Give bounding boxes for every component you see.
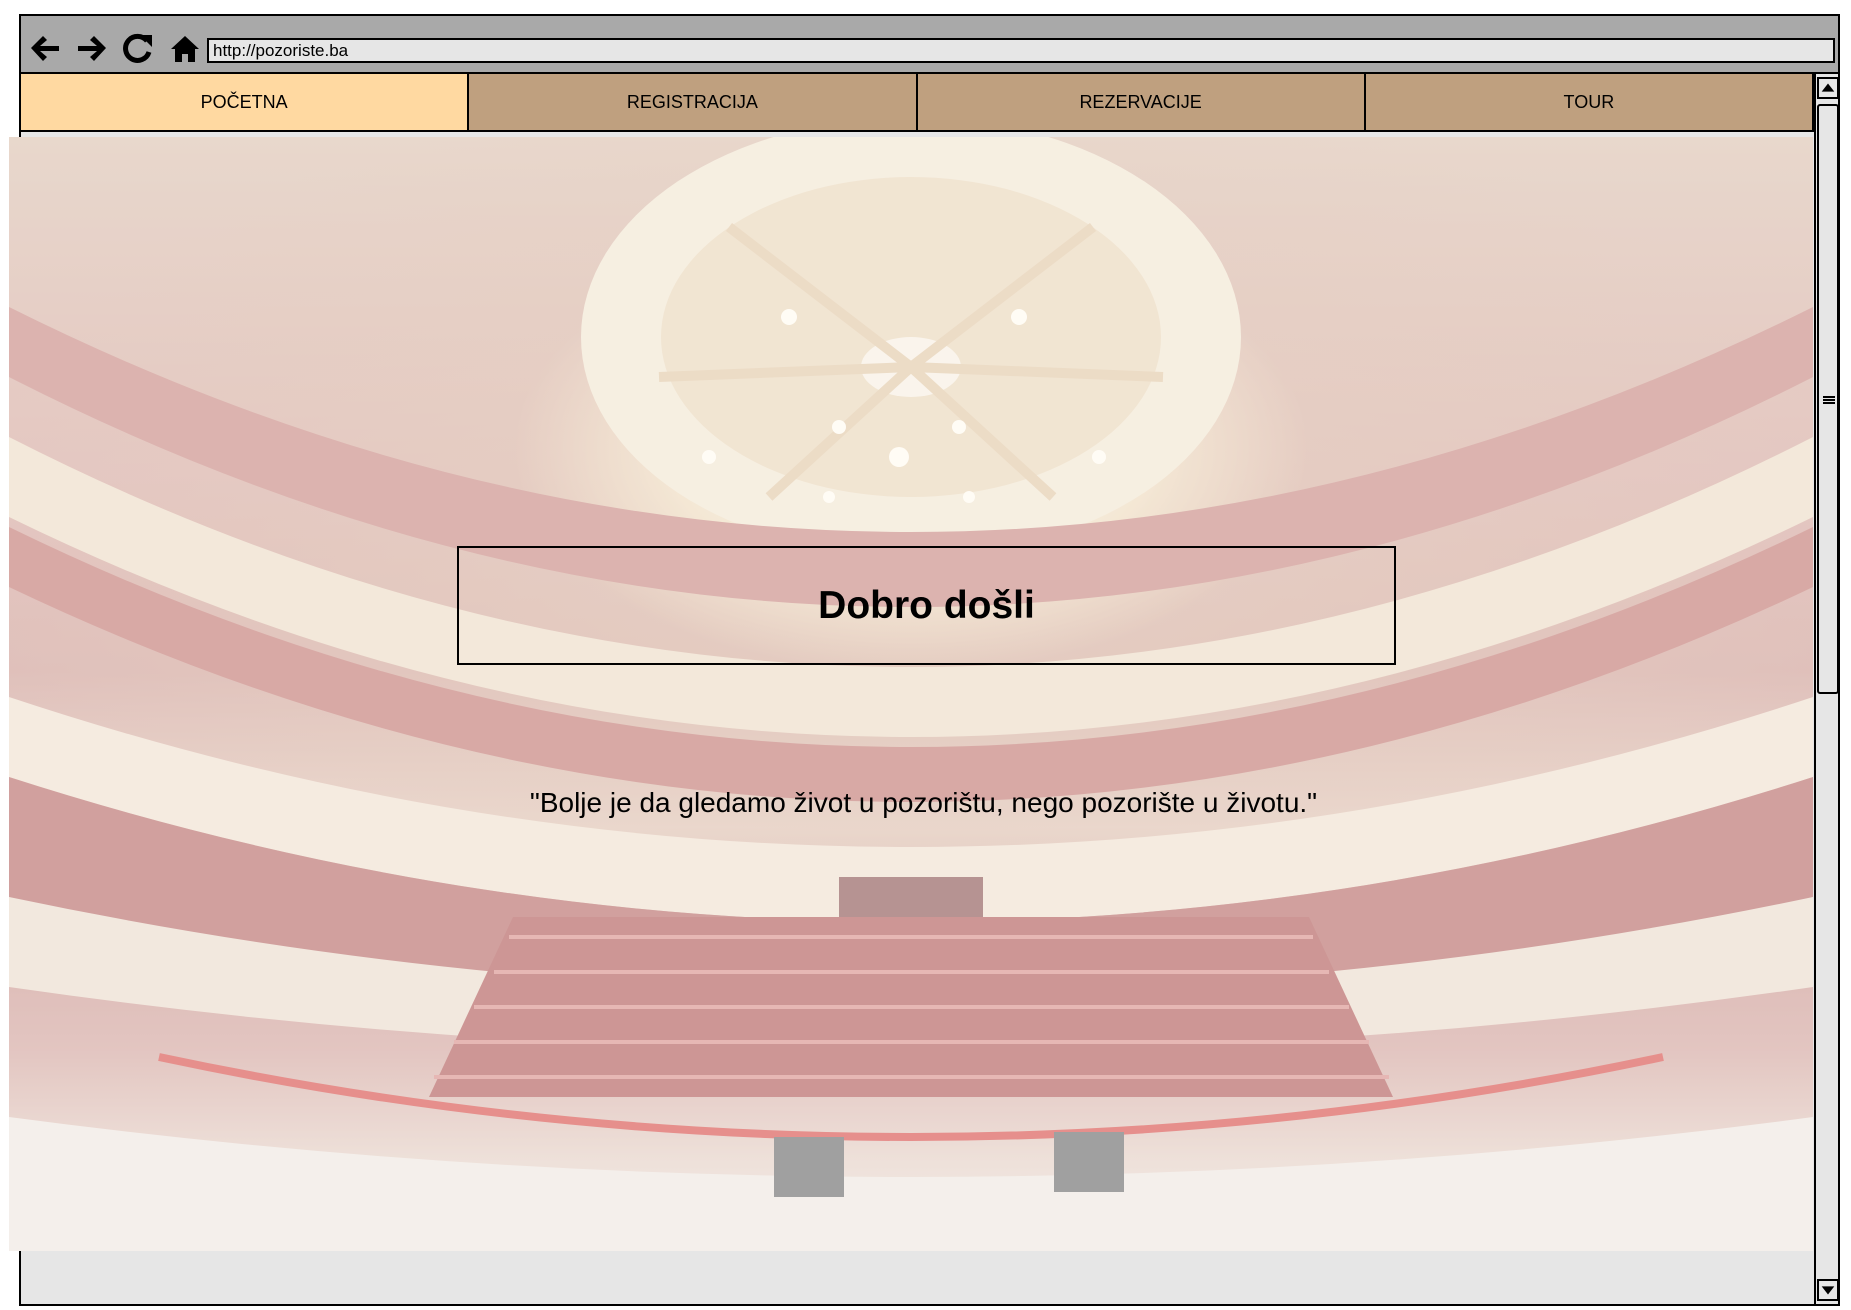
grip-icon — [1823, 396, 1835, 404]
home-icon[interactable] — [167, 32, 203, 64]
vertical-scrollbar[interactable] — [1814, 74, 1839, 1304]
hero-overlay — [9, 137, 1813, 1251]
browser-toolbar: http://pozoriste.ba — [21, 16, 1838, 74]
page-title: Dobro došli — [818, 583, 1035, 627]
welcome-box: Dobro došli — [457, 546, 1396, 665]
url-input[interactable]: http://pozoriste.ba — [207, 38, 1835, 63]
tab-pocetna[interactable]: POČETNA — [21, 74, 470, 132]
scroll-thumb[interactable] — [1817, 104, 1839, 694]
quote-label: "Bolje je da gledamo život u pozorištu, … — [529, 787, 1318, 818]
forward-arrow-icon[interactable] — [74, 32, 110, 64]
reload-icon[interactable] — [120, 32, 156, 64]
scroll-down-icon[interactable] — [1817, 1279, 1839, 1301]
scroll-up-icon[interactable] — [1817, 77, 1839, 99]
back-arrow-icon[interactable] — [27, 32, 63, 64]
tab-rezervacije[interactable]: REZERVACIJE — [917, 74, 1366, 132]
main-nav: POČETNA REGISTRACIJA REZERVACIJE TOUR — [21, 74, 1814, 132]
quote-text: "Bolje je da gledamo život u pozorištu, … — [0, 787, 1851, 819]
hero-image — [9, 137, 1813, 1251]
tab-registracija[interactable]: REGISTRACIJA — [469, 74, 918, 132]
tab-tour[interactable]: TOUR — [1365, 74, 1814, 132]
